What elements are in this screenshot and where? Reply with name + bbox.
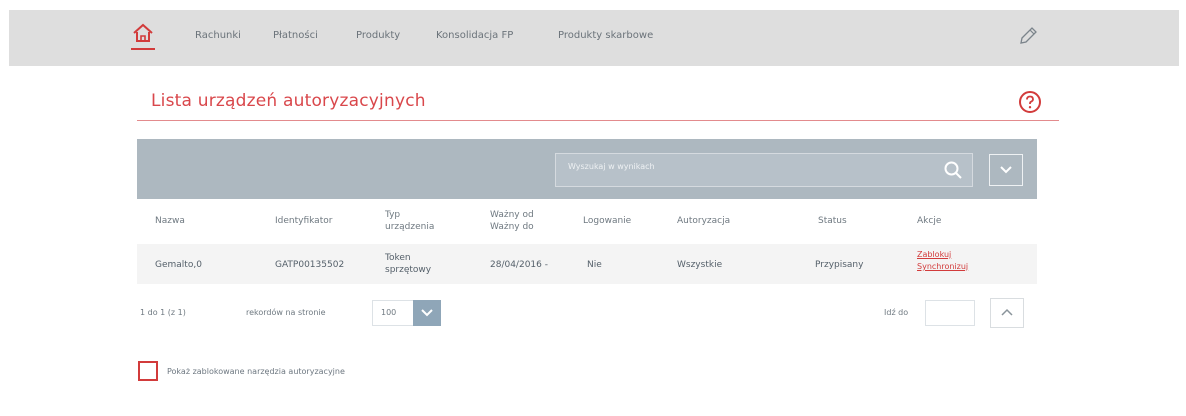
cell-identifier: GATP00135502 [275,260,345,270]
chevron-down-icon [1000,166,1012,174]
show-blocked-checkbox[interactable] [138,361,158,381]
cell-validity: 28/04/2016 - [490,260,548,270]
page-title: Lista urządzeń autoryzacyjnych [151,91,426,111]
column-header-valid-from: Ważny od [490,210,534,220]
nav-item-produkty[interactable]: Produkty [356,30,400,41]
nav-item-platnosci[interactable]: Płatności [273,30,318,41]
help-button[interactable] [1018,90,1042,114]
records-per-page-value: 100 [381,308,397,317]
synchronize-link[interactable]: Synchronizuj [917,261,968,273]
chevron-up-icon [1001,308,1013,316]
chevron-down-icon [421,309,433,317]
nav-item-konsolidacja-fp[interactable]: Konsolidacja FP [436,30,513,41]
cell-status: Przypisany [815,260,864,270]
records-per-page-label: rekordów na stronie [246,308,326,317]
block-link[interactable]: Zablokuj [917,249,951,261]
title-divider [137,120,1059,121]
column-header-type[interactable]: Typ urządzenia [385,209,434,233]
edit-button[interactable] [1016,24,1040,48]
column-header-identifier[interactable]: Identyfikator [275,215,332,227]
question-circle-icon [1019,91,1041,113]
records-per-page-dropdown-button[interactable] [413,300,441,326]
column-header-name[interactable]: Nazwa [155,215,185,227]
search-button[interactable] [943,160,963,180]
cell-name: Gemalto,0 [155,260,202,270]
column-header-valid-to: Ważny do [490,222,534,232]
cell-type-line1: Token [385,253,411,263]
home-button[interactable] [131,22,155,54]
column-header-validity[interactable]: Ważny od Ważny do [490,209,534,233]
home-icon [133,23,153,42]
expand-filters-button[interactable] [989,154,1023,186]
column-header-status[interactable]: Status [818,215,847,227]
pagination-range: 1 do 1 (z 1) [140,308,186,317]
cell-type-line2: sprzętowy [385,265,432,275]
goto-page-label: Idź do [884,308,909,317]
column-header-type-line2: urządzenia [385,222,435,232]
column-header-actions: Akcje [917,216,942,226]
show-blocked-label[interactable]: Pokaż zablokowane narzędzia autoryzacyjn… [167,367,345,376]
pencil-icon [1020,27,1037,44]
search-icon [944,161,962,179]
column-header-type-line1: Typ [385,210,401,220]
nav-item-rachunki[interactable]: Rachunki [195,30,241,41]
scroll-to-top-button[interactable] [990,298,1024,328]
cell-type: Token sprzętowy [385,252,431,276]
cell-login: Nie [587,260,602,270]
column-header-authorization[interactable]: Autoryzacja [677,215,730,227]
home-active-indicator [131,48,155,50]
cell-authorization: Wszystkie [677,260,723,270]
goto-page-input[interactable] [925,300,975,326]
nav-item-produkty-skarbowe[interactable]: Produkty skarbowe [558,30,653,41]
column-header-login[interactable]: Logowanie [583,215,631,227]
search-placeholder: Wyszukaj w wynikach [568,162,655,171]
